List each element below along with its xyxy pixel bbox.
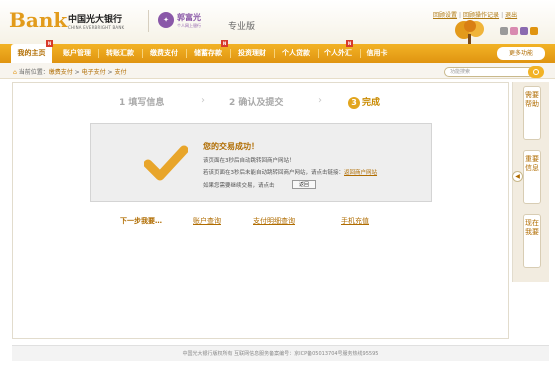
i-want-tab[interactable]: 现在我要 xyxy=(523,214,541,268)
back-button[interactable]: 返回 xyxy=(292,180,316,189)
redirect-message: 该页面在3秒后自动跳转回商户网站！ xyxy=(203,158,295,164)
breadcrumb-epay[interactable]: 电子支付 xyxy=(82,69,106,76)
payment-detail-link[interactable]: 支付明细查询 xyxy=(253,216,295,226)
search-button[interactable] xyxy=(528,66,544,78)
header: Bank 中国光大银行 CHINA EVERBRIGHT BANK ✦ 郭富光 … xyxy=(0,0,555,48)
new-badge: N xyxy=(221,40,228,47)
account-query-link[interactable]: 账户查询 xyxy=(193,216,221,226)
breadcrumb: ⌂ 当前位置：缴费支付 > 电子支付 > 支付 xyxy=(13,69,127,76)
redirect-fallback: 若该页面在3秒后未能自动跳转回商户网站，请点击链接：返回商户网站 xyxy=(203,170,378,176)
step-1: 1 填写信息 xyxy=(119,98,165,108)
step-arrow-icon: › xyxy=(318,95,322,106)
collapse-arrow-icon[interactable]: ◀ xyxy=(512,171,523,182)
partner-badge-icon: ✦ xyxy=(158,12,174,28)
partner-name: 郭富光 xyxy=(177,13,201,22)
nav-divider xyxy=(142,49,143,58)
bank-name-en: CHINA EVERBRIGHT BANK xyxy=(68,25,125,30)
nav-forex[interactable]: 个人外汇 N xyxy=(318,40,358,63)
theme-switcher xyxy=(500,27,540,37)
home-icon: ⌂ xyxy=(13,69,17,76)
main-content: 1 填写信息 › 2 确认及提交 › 3 完成 您的交易成功！ 该页面在3秒后自动… xyxy=(12,82,509,339)
result-box: 您的交易成功！ 该页面在3秒后自动跳转回商户网站！ 若该页面在3秒后未能自动跳转… xyxy=(90,123,432,202)
nav-home[interactable]: 我的主页 N xyxy=(11,40,53,63)
nav-credit-card[interactable]: 信用卡 xyxy=(362,44,392,63)
step-3: 3 完成 xyxy=(348,95,380,109)
nav-investment[interactable]: 投资理财 xyxy=(232,44,272,63)
nav-divider xyxy=(186,49,187,58)
partner-sub: 个人网上银行 xyxy=(177,23,201,28)
step-arrow-icon: › xyxy=(201,95,205,106)
bank-name-cn: 中国光大银行 xyxy=(68,15,123,25)
nav-payment[interactable]: 缴费支付 xyxy=(144,44,184,63)
ebank-logo: Bank xyxy=(9,8,68,32)
new-badge: N xyxy=(46,40,53,47)
history-link[interactable]: 回顾操作记录 xyxy=(463,12,499,19)
return-merchant-link[interactable]: 返回商户网站 xyxy=(344,170,377,176)
next-step-label: 下一步我要… xyxy=(120,217,162,225)
theme-gray-icon[interactable] xyxy=(500,27,508,35)
function-search-input[interactable]: 功能搜索 xyxy=(444,67,534,77)
important-info-tab[interactable]: 重要信息 xyxy=(523,150,541,204)
help-tab[interactable]: 需要帮助 xyxy=(523,86,541,140)
theme-orange-icon[interactable] xyxy=(530,27,538,35)
nav-loan[interactable]: 个人贷款 xyxy=(276,44,316,63)
edition-label: 专业版 xyxy=(228,22,256,32)
top-links: 回顾设置 | 回顾操作记录 | 退出 xyxy=(433,12,518,19)
nav-deposit[interactable]: 储蓄存款 N xyxy=(188,40,228,63)
breadcrumb-payment[interactable]: 缴费支付 xyxy=(49,69,73,76)
step-2: 2 确认及提交 xyxy=(229,98,284,108)
continue-message: 如果您需要继续交易，请点击 xyxy=(203,183,275,189)
mobile-topup-link[interactable]: 手机充值 xyxy=(341,216,369,226)
nav-divider xyxy=(360,49,361,58)
nav-account[interactable]: 账户管理 xyxy=(57,44,97,63)
new-badge: N xyxy=(346,40,353,47)
more-functions-button[interactable]: 更多功能 xyxy=(497,47,545,60)
nav-divider xyxy=(230,49,231,58)
main-nav: 我的主页 N 账户管理 转账汇款 缴费支付 储蓄存款 N 投资理财 个人贷款 个人外… xyxy=(0,40,555,63)
theme-purple-icon[interactable] xyxy=(520,27,528,35)
header-divider xyxy=(148,10,149,32)
nav-divider xyxy=(274,49,275,58)
nav-divider xyxy=(98,49,99,58)
footer: 中国光大银行版权所有 互联网信息服务备案编号：京ICP备05013704号服务热… xyxy=(12,345,549,361)
success-title: 您的交易成功！ xyxy=(203,142,259,151)
nav-transfer[interactable]: 转账汇款 xyxy=(100,44,140,63)
settings-link[interactable]: 回顾设置 xyxy=(433,12,457,19)
theme-pink-icon[interactable] xyxy=(510,27,518,35)
logout-link[interactable]: 退出 xyxy=(505,12,517,19)
breadcrumb-pay: 支付 xyxy=(114,69,127,76)
check-icon xyxy=(144,145,188,181)
